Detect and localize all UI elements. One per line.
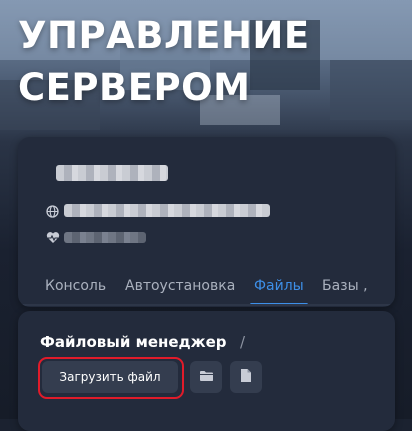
tab-console[interactable]: Консоль <box>45 268 106 306</box>
file-manager-card: Файловый менеджер / Загрузить файл <box>18 311 395 431</box>
server-info-card: Консоль Автоустановка Файлы Базы , <box>18 137 395 307</box>
upload-file-button[interactable]: Загрузить файл <box>42 361 178 393</box>
tab-databases[interactable]: Базы , <box>322 268 368 306</box>
heartbeat-icon <box>46 231 60 247</box>
tabs-divider <box>18 304 395 306</box>
page-title: УПРАВЛЕНИЕ СЕРВЕРОМ <box>18 10 310 114</box>
tab-files[interactable]: Файлы <box>250 268 308 306</box>
folder-icon <box>199 370 214 385</box>
file-icon <box>240 368 252 386</box>
server-status-redacted <box>64 232 146 243</box>
page-title-line-2: СЕРВЕРОМ <box>18 66 251 109</box>
server-tabs: Консоль Автоустановка Файлы Базы , <box>18 268 395 306</box>
globe-icon <box>46 205 59 221</box>
page-title-line-1: УПРАВЛЕНИЕ <box>18 14 310 57</box>
server-name-redacted <box>56 165 168 181</box>
tab-autoinstall[interactable]: Автоустановка <box>125 268 235 306</box>
server-address-redacted <box>64 204 270 217</box>
new-folder-button[interactable] <box>190 361 222 393</box>
new-file-button[interactable] <box>230 361 262 393</box>
file-manager-title: Файловый менеджер <box>40 333 227 351</box>
breadcrumb-root[interactable]: / <box>240 333 245 351</box>
